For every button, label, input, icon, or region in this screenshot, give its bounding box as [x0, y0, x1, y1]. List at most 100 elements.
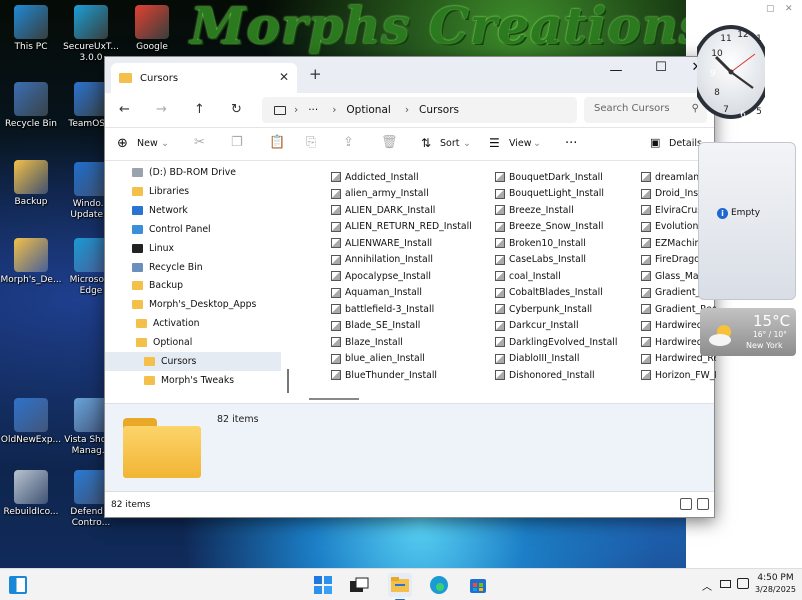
nav-item[interactable]: Control Panel — [105, 220, 281, 239]
file-item[interactable]: DiabloIII_Install — [495, 351, 579, 367]
details-view-button[interactable] — [680, 498, 692, 510]
file-item[interactable]: Cyberpunk_Install — [495, 301, 592, 317]
file-item[interactable]: Darkcur_Install — [495, 318, 579, 334]
file-item[interactable]: Aquaman_Install — [331, 285, 422, 301]
file-item[interactable]: Blade_SE_Install — [331, 318, 420, 334]
desktop-icon[interactable]: OldNewExp... — [0, 398, 62, 446]
file-item[interactable]: CobaltBlades_Install — [495, 285, 603, 301]
file-item[interactable]: BlueThunder_Install — [331, 367, 437, 383]
file-item[interactable]: BouquetLight_Install — [495, 186, 604, 202]
nav-item[interactable]: (D:) BD-ROM Drive — [105, 163, 281, 182]
shortcut-file-icon — [331, 254, 341, 265]
file-item[interactable]: Blaze_Install — [331, 334, 403, 350]
desktop-icon[interactable]: Morph's_De... — [0, 238, 62, 286]
minimize-button[interactable]: — — [601, 63, 631, 78]
details-button[interactable]: Details — [669, 138, 702, 149]
tab-cursors[interactable]: Cursors ✕ — [111, 63, 297, 93]
up-button[interactable]: ↑ — [194, 102, 205, 117]
copy-icon[interactable]: ❐ — [231, 135, 243, 150]
nav-item[interactable]: Linux — [105, 239, 281, 258]
folder-icon — [144, 357, 155, 366]
new-button[interactable]: New — [137, 138, 158, 149]
shortcut-file-icon — [495, 370, 505, 380]
navigation-pane-scrollbar[interactable] — [287, 369, 289, 393]
nav-item[interactable]: Cursors — [105, 352, 281, 371]
battery-icon[interactable] — [720, 580, 731, 588]
chevron-down-icon: ⌄ — [533, 138, 541, 149]
start-button[interactable] — [312, 574, 334, 596]
file-item[interactable]: blue_alien_Install — [331, 351, 425, 367]
breadcrumb-optional[interactable]: Optional — [346, 104, 390, 116]
file-name: Breeze_Install — [509, 204, 574, 216]
file-item[interactable]: ALIENWARE_Install — [331, 235, 432, 251]
chevron-down-icon: ⌄ — [161, 138, 169, 149]
folder-icon — [132, 281, 143, 291]
file-item[interactable]: alien_army_Install — [331, 186, 429, 202]
widgets-button[interactable] — [9, 576, 27, 594]
cut-icon[interactable]: ✂ — [194, 135, 205, 150]
paste-icon[interactable]: 📋 — [269, 135, 285, 150]
nav-item[interactable]: Backup — [105, 276, 281, 295]
new-tab-button[interactable]: + — [309, 65, 322, 83]
desktop-app-icon — [74, 398, 108, 432]
nav-item[interactable]: Recycle Bin — [105, 258, 281, 277]
address-bar[interactable]: › ··· › Optional › Cursors — [262, 97, 577, 123]
nav-item[interactable]: Network — [105, 201, 281, 220]
file-list-scrollbar[interactable] — [309, 398, 359, 400]
file-item[interactable]: Apocalypse_Install — [331, 268, 431, 284]
desktop-icon[interactable]: Recycle Bin — [0, 82, 62, 130]
gadget-settings-icon[interactable]: ▢ — [766, 4, 776, 14]
clock-tray[interactable]: 4:50 PM 3/28/2025 — [755, 573, 796, 595]
file-item[interactable]: Addicted_Install — [331, 169, 419, 185]
breadcrumb-ellipsis[interactable]: ··· — [308, 104, 318, 116]
chevron-up-icon[interactable]: ︿ — [702, 578, 712, 593]
file-item[interactable]: Horizon_FW_I — [641, 367, 716, 383]
maximize-button[interactable]: ☐ — [646, 60, 676, 75]
refresh-button[interactable]: ↻ — [231, 102, 242, 117]
nav-item[interactable]: Optional — [105, 333, 281, 352]
share-icon[interactable]: ⇪ — [343, 135, 354, 150]
file-item[interactable]: Broken10_Install — [495, 235, 586, 251]
file-item[interactable]: CaseLabs_Install — [495, 252, 586, 268]
gadget-close-icon[interactable]: ✕ — [785, 4, 795, 14]
breadcrumb-cursors[interactable]: Cursors — [419, 104, 459, 116]
network-icon[interactable] — [737, 578, 749, 589]
nav-item[interactable]: Morph's Tweaks — [105, 371, 281, 390]
delete-icon[interactable]: 🗑 — [381, 135, 398, 150]
close-tab-icon[interactable]: ✕ — [279, 70, 289, 84]
task-view-button[interactable] — [348, 574, 370, 596]
forward-button[interactable]: → — [156, 102, 167, 117]
desktop-icon[interactable]: Backup — [0, 160, 62, 208]
file-item[interactable]: battlefield-3_Install — [331, 301, 434, 317]
nav-item[interactable]: Morph's_Desktop_Apps — [105, 295, 281, 314]
edge-taskbar-button[interactable] — [428, 574, 450, 596]
file-item[interactable]: Breeze_Snow_Install — [495, 219, 603, 235]
file-item[interactable]: Annihilation_Install — [331, 252, 433, 268]
view-button[interactable]: View — [509, 138, 532, 149]
desktop-icon[interactable]: RebuildIco... — [0, 470, 62, 518]
desktop-app-icon — [14, 238, 48, 272]
file-item[interactable]: DarklingEvolved_Install — [495, 334, 617, 350]
file-name: ALIEN_DARK_Install — [345, 204, 436, 216]
nav-item[interactable]: Activation — [105, 314, 281, 333]
file-item[interactable]: Breeze_Install — [495, 202, 574, 218]
file-item[interactable]: coal_Install — [495, 268, 561, 284]
rename-icon[interactable]: ⎘ — [306, 135, 316, 150]
shortcut-file-icon — [331, 188, 341, 199]
file-item[interactable]: BouquetDark_Install — [495, 169, 603, 185]
file-item[interactable]: Dishonored_Install — [495, 367, 595, 383]
sort-button[interactable]: Sort — [440, 138, 459, 149]
store-taskbar-button[interactable] — [467, 574, 489, 596]
search-input[interactable]: Search Cursors ⚲ — [584, 97, 707, 123]
desktop-icon[interactable]: This PC — [0, 5, 62, 53]
file-item[interactable]: ALIEN_DARK_Install — [331, 202, 435, 218]
tiles-view-button[interactable] — [697, 498, 709, 510]
desktop-icon[interactable]: Google — [121, 5, 183, 53]
back-button[interactable]: ← — [119, 102, 130, 117]
gadget-empty-label: Empty — [731, 208, 761, 218]
desktop-icon-label: Recycle Bin — [5, 119, 57, 129]
file-explorer-taskbar-button[interactable] — [388, 573, 412, 600]
more-options-button[interactable]: ··· — [565, 136, 577, 151]
nav-item[interactable]: Libraries — [105, 182, 281, 201]
file-item[interactable]: ALIEN_RETURN_RED_Install — [331, 219, 472, 235]
